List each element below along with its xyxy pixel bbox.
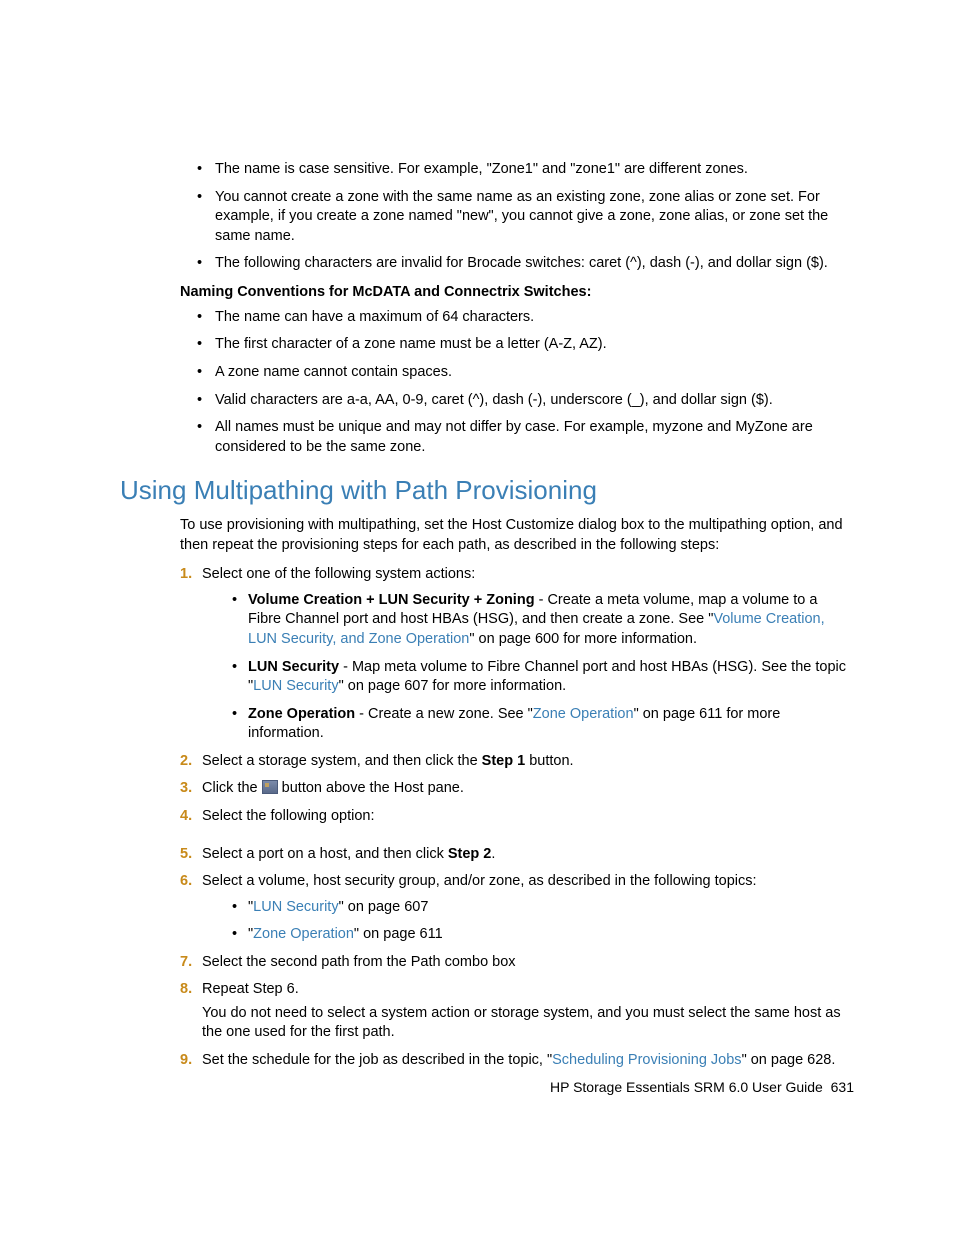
- step-8-note: You do not need to select a system actio…: [202, 1004, 854, 1043]
- page-footer: HP Storage Essentials SRM 6.0 User Guide…: [550, 1079, 854, 1095]
- list-item: All names must be unique and may not dif…: [195, 418, 854, 457]
- section-heading: Using Multipathing with Path Provisionin…: [120, 475, 854, 506]
- mcdata-subheading: Naming Conventions for McDATA and Connec…: [180, 284, 854, 300]
- step-text: Select one of the following system actio…: [202, 566, 475, 582]
- step-number: 9.: [180, 1051, 192, 1071]
- step-9: 9. Set the schedule for the job as descr…: [180, 1051, 854, 1071]
- step-1-options: Volume Creation + LUN Security + Zoning …: [230, 591, 854, 744]
- step-2: 2. Select a storage system, and then cli…: [180, 752, 854, 772]
- step-7: 7. Select the second path from the Path …: [180, 953, 854, 973]
- list-item: Valid characters are a-a, AA, 0-9, caret…: [195, 391, 854, 411]
- step-1: 1. Select one of the following system ac…: [180, 565, 854, 744]
- step-number: 8.: [180, 980, 192, 1000]
- step-number: 6.: [180, 872, 192, 892]
- link-zone-operation[interactable]: Zone Operation: [533, 706, 634, 722]
- list-item: "LUN Security" on page 607: [230, 898, 854, 918]
- list-item: The first character of a zone name must …: [195, 335, 854, 355]
- step-number: 5.: [180, 845, 192, 865]
- list-item: "Zone Operation" on page 611: [230, 925, 854, 945]
- list-item: A zone name cannot contain spaces.: [195, 363, 854, 383]
- step-8: 8. Repeat Step 6. You do not need to sel…: [180, 980, 854, 1043]
- list-item: The name is case sensitive. For example,…: [195, 160, 854, 180]
- link-scheduling-jobs[interactable]: Scheduling Provisioning Jobs: [552, 1052, 741, 1068]
- step-number: 4.: [180, 807, 192, 827]
- link-lun-security-2[interactable]: LUN Security: [253, 899, 338, 915]
- step-number: 3.: [180, 779, 192, 799]
- list-item: The following characters are invalid for…: [195, 254, 854, 274]
- step-6: 6. Select a volume, host security group,…: [180, 872, 854, 945]
- footer-doc-title: HP Storage Essentials SRM 6.0 User Guide: [550, 1079, 823, 1095]
- list-item: Volume Creation + LUN Security + Zoning …: [230, 591, 854, 650]
- list-item: You cannot create a zone with the same n…: [195, 188, 854, 247]
- step-number: 1.: [180, 565, 192, 585]
- step-number: 2.: [180, 752, 192, 772]
- list-item: The name can have a maximum of 64 charac…: [195, 308, 854, 328]
- step-number: 7.: [180, 953, 192, 973]
- procedure-steps: 1. Select one of the following system ac…: [180, 565, 854, 1070]
- step-5: 5. Select a port on a host, and then cli…: [180, 845, 854, 865]
- list-item: LUN Security - Map meta volume to Fibre …: [230, 658, 854, 697]
- host-pane-icon: [262, 780, 278, 794]
- step-6-topics: "LUN Security" on page 607 "Zone Operati…: [230, 898, 854, 945]
- intro-paragraph: To use provisioning with multipathing, s…: [180, 516, 854, 555]
- footer-page-number: 631: [831, 1079, 854, 1095]
- step-3: 3. Click the button above the Host pane.: [180, 779, 854, 799]
- step-4: 4. Select the following option:: [180, 807, 854, 827]
- list-item: Zone Operation - Create a new zone. See …: [230, 705, 854, 744]
- link-zone-operation-2[interactable]: Zone Operation: [253, 926, 354, 942]
- mcdata-bullets: The name can have a maximum of 64 charac…: [195, 308, 854, 457]
- link-lun-security[interactable]: LUN Security: [253, 678, 338, 694]
- zone-naming-bullets: The name is case sensitive. For example,…: [195, 160, 854, 274]
